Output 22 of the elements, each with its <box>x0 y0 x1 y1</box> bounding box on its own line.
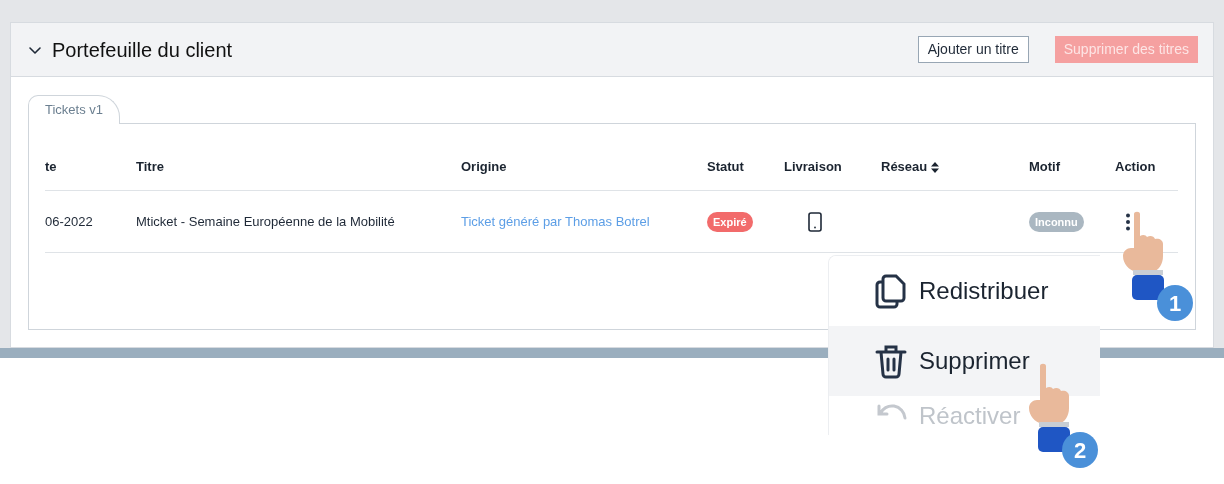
column-header[interactable]: Réseau <box>881 157 928 177</box>
kebab-menu-icon[interactable] <box>1125 212 1131 231</box>
trash-icon <box>875 343 907 379</box>
sort-icon[interactable] <box>931 161 940 173</box>
table-cell: Mticket - Semaine Européenne de la Mobilité <box>136 213 395 229</box>
menu-item[interactable]: Supprimer <box>829 326 1100 396</box>
column-header: Livraison <box>784 158 842 177</box>
add-title-button[interactable]: Ajouter un titre <box>917 36 1029 63</box>
phone-icon <box>808 211 822 232</box>
copy-icon <box>875 273 907 309</box>
tab[interactable]: Tickets v1 <box>28 95 121 124</box>
column-header: Motif <box>1029 158 1061 177</box>
table-cell: 06-2022 <box>45 213 93 229</box>
step-badge: 2 <box>1062 432 1098 468</box>
column-header: te <box>45 158 57 177</box>
status-badge: Expiré <box>707 211 753 232</box>
column-header: Origine <box>461 158 507 177</box>
panel-title: Portefeuille du client <box>52 37 234 63</box>
column-header: Titre <box>136 158 164 177</box>
status-badge: Inconnu <box>1029 211 1084 232</box>
column-header: Statut <box>707 158 744 177</box>
column-header: Action <box>1115 158 1156 177</box>
